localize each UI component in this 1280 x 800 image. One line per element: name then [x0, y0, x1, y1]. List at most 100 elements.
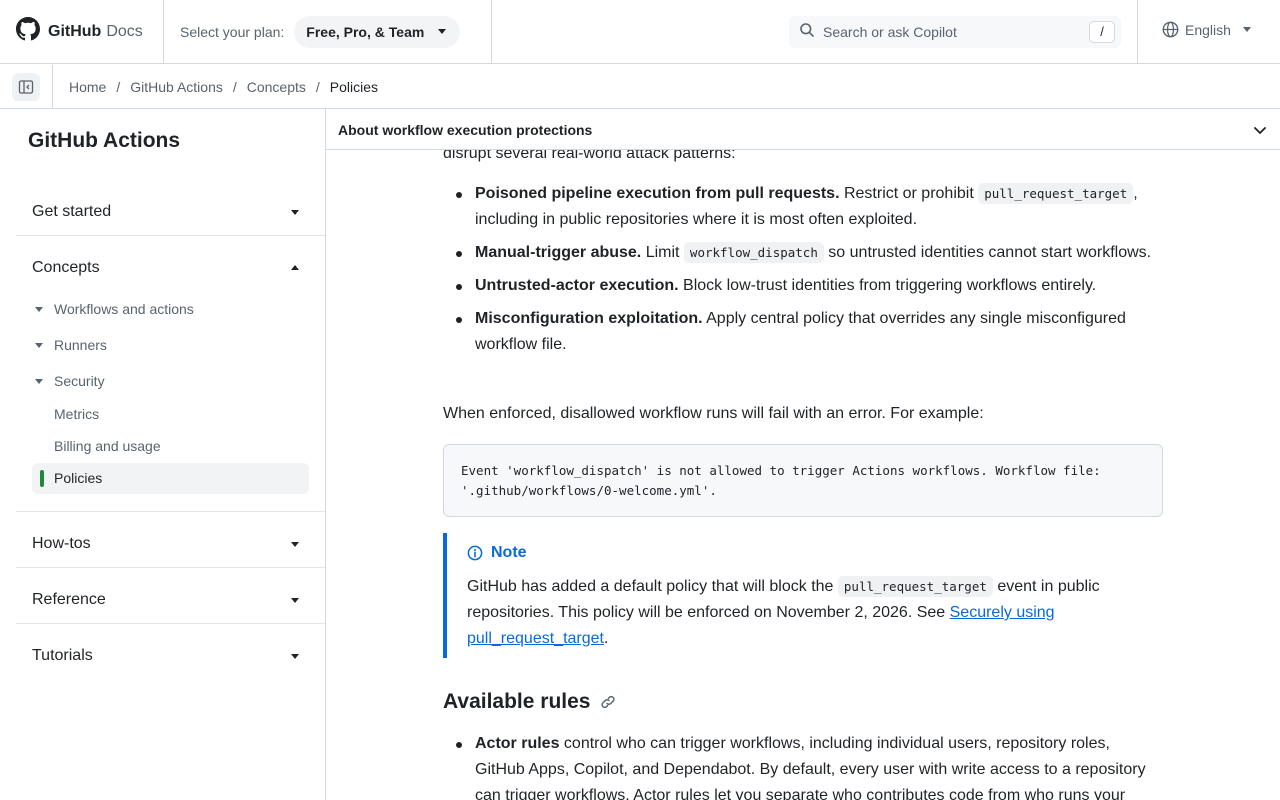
brand-docs-text: Docs: [106, 22, 143, 40]
note-text: GitHub has added a default policy that w…: [467, 578, 838, 595]
sidebar-item-metrics[interactable]: Metrics: [54, 406, 99, 422]
sidebar-section-concepts[interactable]: Concepts: [16, 240, 325, 296]
attack-patterns-list: Poisoned pipeline execution from pull re…: [443, 181, 1163, 365]
sidebar-section-label: Concepts: [32, 259, 100, 276]
sidebar-title[interactable]: GitHub Actions: [28, 129, 180, 153]
link-icon[interactable]: [600, 694, 616, 710]
rules-list: Actor rules control who can trigger work…: [443, 731, 1163, 800]
header-divider: [1137, 0, 1138, 64]
sidebar-item-billing-and-usage[interactable]: Billing and usage: [54, 438, 161, 454]
list-item-text: control who can trigger workflows, inclu…: [475, 735, 1146, 800]
sidebar-item-security[interactable]: Security: [35, 373, 105, 389]
list-item-text: so untrusted identities cannot start wor…: [823, 244, 1152, 261]
enforced-paragraph: When enforced, disallowed workflow runs …: [443, 405, 984, 422]
chevron-down-icon: [291, 598, 299, 603]
sidebar-item-label: Metrics: [54, 406, 100, 422]
sidebar-section-tutorials[interactable]: Tutorials: [16, 628, 325, 684]
list-item-strong: Manual-trigger abuse.: [475, 244, 642, 261]
inline-code: pull_request_target: [837, 576, 993, 597]
sidebar-divider: [16, 235, 325, 236]
chevron-up-icon: [291, 265, 299, 270]
sidebar-toggle-area: [0, 64, 53, 109]
sidebar-divider: [16, 567, 325, 568]
sidebar-item-workflows-and-actions[interactable]: Workflows and actions: [35, 301, 194, 317]
inline-code: workflow_dispatch: [683, 242, 824, 263]
sidebar-section-get-started[interactable]: Get started: [16, 184, 325, 240]
sidebar-section-label: How-tos: [32, 535, 91, 552]
brand-github-text: GitHub: [48, 22, 102, 40]
sidebar-section-label: Get started: [32, 203, 112, 220]
language-picker[interactable]: English: [1162, 21, 1251, 38]
chevron-down-icon: [1253, 122, 1267, 140]
sidebar-section-label: Tutorials: [32, 647, 93, 664]
plan-value: Free, Pro, & Team: [306, 23, 425, 40]
sidebar-item-label: Security: [54, 373, 105, 389]
search-icon: [799, 22, 815, 43]
list-item-strong: Poisoned pipeline execution from pull re…: [475, 185, 840, 202]
chevron-down-icon: [291, 654, 299, 659]
breadcrumb-separator: /: [116, 78, 121, 95]
sidebar-item-policies[interactable]: Policies: [32, 463, 309, 494]
list-item-strong: Misconfiguration exploitation.: [475, 310, 703, 327]
sidebar-item-runners[interactable]: Runners: [35, 337, 107, 353]
sidebar-toggle-icon: [18, 79, 34, 95]
article-content: disrupt several real-world attack patter…: [443, 109, 1163, 800]
breadcrumb-policies[interactable]: Policies: [330, 79, 378, 95]
search-placeholder: Search or ask Copilot: [823, 24, 957, 40]
list-item: Manual-trigger abuse. Limit workflow_dis…: [443, 240, 1163, 266]
list-item: Poisoned pipeline execution from pull re…: [443, 181, 1163, 233]
list-item-strong: Untrusted-actor execution.: [475, 277, 679, 294]
sidebar-divider: [16, 623, 325, 624]
sidebar-item-label: Billing and usage: [54, 438, 161, 454]
top-header: GitHub Docs Select your plan: Free, Pro,…: [0, 0, 1280, 64]
list-item: Misconfiguration exploitation. Apply cen…: [443, 306, 1163, 358]
list-item-strong: Actor rules: [475, 735, 560, 752]
sidebar-item-label: Workflows and actions: [54, 301, 194, 317]
search-shortcut-key: /: [1089, 21, 1115, 43]
breadcrumb-bar: Home / GitHub Actions / Concepts / Polic…: [0, 64, 1280, 109]
info-icon: [467, 545, 483, 561]
sidebar-item-label: Runners: [54, 337, 107, 353]
list-item: Actor rules control who can trigger work…: [443, 731, 1163, 800]
github-logo-icon: [16, 17, 40, 46]
sidebar-section-label: Reference: [32, 591, 106, 608]
chevron-down-icon: [35, 379, 43, 384]
docs-home-link[interactable]: GitHub Docs: [0, 0, 164, 64]
note-title: Note: [467, 540, 527, 566]
breadcrumb-home[interactable]: Home: [69, 79, 106, 95]
list-item: Untrusted-actor execution. Block low-tru…: [443, 273, 1163, 299]
sidebar-toggle-button[interactable]: [12, 72, 40, 101]
sidebar-item-label: Policies: [54, 470, 103, 486]
chevron-down-icon: [291, 542, 299, 547]
breadcrumb-separator: /: [315, 78, 320, 95]
list-item-text: Limit: [641, 244, 684, 261]
active-item-marker: [40, 470, 44, 487]
sidebar-section-reference[interactable]: Reference: [16, 572, 325, 628]
chevron-down-icon: [1242, 27, 1251, 32]
sidebar-divider: [16, 511, 325, 512]
mini-toc-dropdown[interactable]: About workflow execution protections: [326, 109, 1280, 150]
breadcrumb-github-actions[interactable]: GitHub Actions: [130, 79, 223, 95]
code-block[interactable]: Event 'workflow_dispatch' is not allowed…: [443, 444, 1163, 517]
sidebar: GitHub Actions Get started Concepts Work…: [0, 109, 326, 800]
search-input[interactable]: Search or ask Copilot /: [789, 16, 1121, 48]
inline-code: pull_request_target: [978, 183, 1134, 204]
chevron-down-icon: [35, 307, 43, 312]
section-heading-available-rules: Available rules: [443, 689, 616, 715]
list-item-text: Restrict or prohibit: [839, 185, 979, 202]
breadcrumb: Home / GitHub Actions / Concepts / Polic…: [53, 79, 378, 95]
breadcrumb-separator: /: [232, 78, 237, 95]
plan-selector-area: Select your plan: Free, Pro, & Team: [164, 0, 492, 64]
globe-icon: [1162, 21, 1179, 38]
note-body: GitHub has added a default policy that w…: [467, 574, 1147, 652]
note-callout: Note GitHub has added a default policy t…: [443, 533, 1163, 658]
chevron-down-icon: [291, 210, 299, 215]
list-item-text: Block low-trust identities from triggeri…: [678, 277, 1097, 294]
breadcrumb-concepts[interactable]: Concepts: [247, 79, 306, 95]
note-title-label: Note: [491, 544, 527, 561]
sidebar-section-how-tos[interactable]: How-tos: [16, 516, 325, 572]
plan-dropdown-button[interactable]: Free, Pro, & Team: [294, 15, 461, 48]
note-text: .: [603, 630, 609, 647]
language-label: English: [1185, 21, 1231, 38]
plan-label: Select your plan:: [180, 23, 285, 40]
